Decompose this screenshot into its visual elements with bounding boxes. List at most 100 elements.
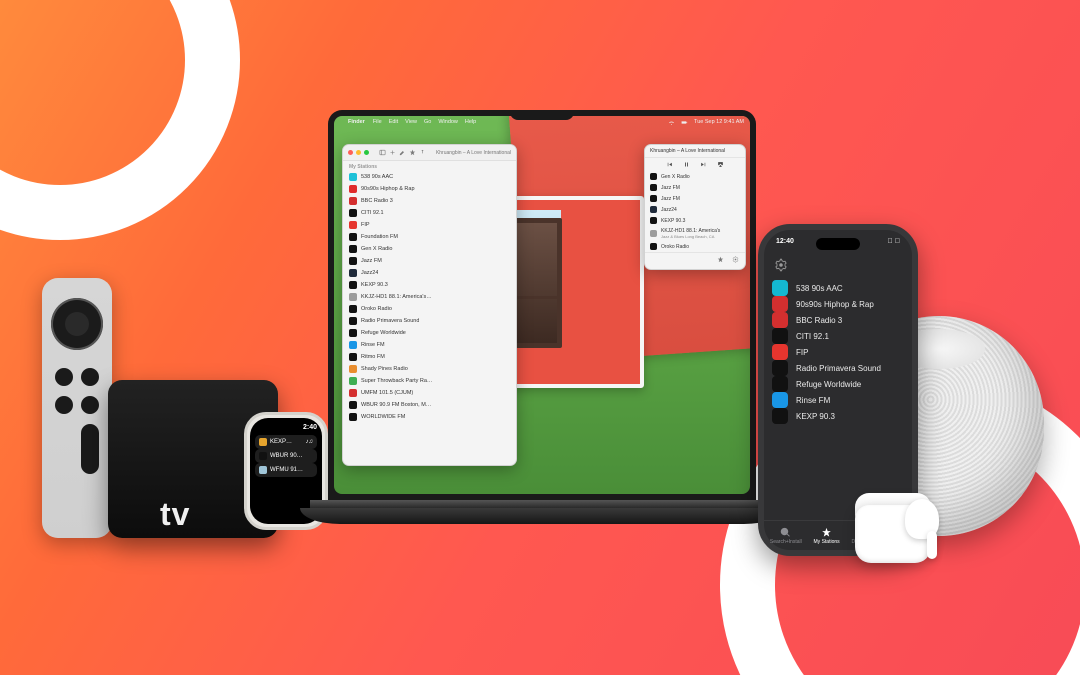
tab-label: Search+Install — [770, 539, 802, 545]
iphone-screen-content[interactable]: 538 90s AAC 90s90s Hiphop & Rap BBC Radio … — [772, 258, 904, 518]
menubar-item[interactable]: Help — [465, 119, 476, 125]
remote-volume-rocker[interactable] — [81, 424, 99, 474]
station-row[interactable]: UMFM 101.5 (CJUM) — [343, 387, 516, 399]
station-row[interactable]: KEXP 90.3 — [343, 279, 516, 291]
station-icon — [772, 328, 788, 344]
station-icon — [349, 293, 357, 301]
phone-station-row[interactable]: CITI 92.1 — [772, 328, 904, 344]
menubar-status-area[interactable]: Tue Sep 12 9:41 AM — [668, 119, 744, 126]
macbook-screen[interactable]: Finder File Edit View Go Window Help Tue Sep … — [334, 116, 750, 494]
watch-station-row[interactable]: WFMU 91… — [255, 463, 317, 477]
station-row[interactable]: Rinse FM — [343, 339, 516, 351]
station-row[interactable]: Oroko Radio — [343, 303, 516, 315]
station-row[interactable]: CITI 92.1 — [343, 207, 516, 219]
watch-station-label: WBUR 90… — [270, 453, 303, 459]
star-icon[interactable] — [409, 149, 416, 156]
station-icon — [650, 184, 657, 191]
station-icon — [349, 173, 357, 181]
station-icon — [349, 185, 357, 193]
queue-row[interactable]: Jazz24 — [645, 204, 745, 215]
settings-icon[interactable] — [732, 256, 739, 263]
queue-row[interactable]: Jazz FM — [645, 193, 745, 204]
menubar-app-name[interactable]: Finder — [348, 119, 365, 125]
watch-station-row[interactable]: WBUR 90… — [255, 449, 317, 463]
battery-icon[interactable] — [681, 119, 688, 126]
edit-icon[interactable] — [399, 149, 406, 156]
station-row[interactable]: BBC Radio 3 — [343, 195, 516, 207]
add-icon[interactable] — [389, 149, 396, 156]
watch-station-row[interactable]: KEXP…♪♫ — [255, 435, 317, 449]
station-row[interactable]: FIP — [343, 219, 516, 231]
stations-window[interactable]: Khruangbin – A Love International My Sta… — [342, 144, 517, 466]
queue-label: Jazz FM — [661, 185, 740, 191]
settings-icon[interactable] — [774, 258, 788, 272]
menubar-item[interactable]: Window — [438, 119, 458, 125]
phone-station-row[interactable]: BBC Radio 3 — [772, 312, 904, 328]
phone-station-row[interactable]: 90s90s Hiphop & Rap — [772, 296, 904, 312]
remote-mute-button[interactable] — [81, 396, 99, 414]
station-row[interactable]: Refuge Worldwide — [343, 327, 516, 339]
queue-row[interactable]: Oroko Radio — [645, 241, 745, 252]
prev-track-icon[interactable] — [666, 161, 673, 168]
menubar-item[interactable]: Go — [424, 119, 431, 125]
station-row[interactable]: WBUR 90.9 FM Boston, M… — [343, 399, 516, 411]
sidebar-icon[interactable] — [379, 149, 386, 156]
phone-station-row[interactable]: Radio Primavera Sound — [772, 360, 904, 376]
station-row[interactable]: WORLDWIDE FM — [343, 411, 516, 423]
phone-station-label: 90s90s Hiphop & Rap — [796, 300, 874, 309]
station-icon — [349, 317, 357, 325]
window-minimize-button[interactable] — [356, 150, 361, 155]
station-label: CITI 92.1 — [361, 210, 384, 216]
queue-row[interactable]: KEXP 90.3 — [645, 215, 745, 226]
station-row[interactable]: Jazz FM — [343, 255, 516, 267]
mac-menubar[interactable]: Finder File Edit View Go Window Help Tue Sep … — [334, 116, 750, 128]
wifi-icon[interactable] — [668, 119, 675, 126]
station-row[interactable]: Super Throwback Party Ra… — [343, 375, 516, 387]
remote-back-button[interactable] — [55, 368, 73, 386]
menubar-clock[interactable]: Tue Sep 12 9:41 AM — [694, 119, 744, 125]
station-label: Super Throwback Party Ra… — [361, 378, 432, 384]
window-zoom-button[interactable] — [364, 150, 369, 155]
phone-station-row[interactable]: KEXP 90.3 — [772, 408, 904, 424]
mini-player-queue[interactable]: Gen X RadioJazz FMJazz FMJazz24KEXP 90.3… — [645, 171, 745, 252]
station-row[interactable]: Jazz24 — [343, 267, 516, 279]
station-row[interactable]: Foundation FM — [343, 231, 516, 243]
queue-row[interactable]: Jazz FM — [645, 182, 745, 193]
menubar-item[interactable]: Edit — [389, 119, 398, 125]
queue-sublabel: Jazz & Blues Long Beach, CA — [661, 234, 740, 239]
station-row[interactable]: Radio Primavera Sound — [343, 315, 516, 327]
phone-station-row[interactable]: Refuge Worldwide — [772, 376, 904, 392]
now-playing-title: Khruangbin – A Love International — [436, 150, 511, 156]
station-icon — [650, 206, 657, 213]
tab-my-stations[interactable]: My Stations — [814, 527, 840, 545]
station-row[interactable]: KKJZ-HD1 88.1: America's… — [343, 291, 516, 303]
mini-player-controls[interactable] — [645, 158, 745, 171]
remote-play-button[interactable] — [55, 396, 73, 414]
favorite-icon[interactable] — [717, 256, 724, 263]
tab-search-install[interactable]: Search+Install — [770, 527, 802, 545]
station-row[interactable]: Gen X Radio — [343, 243, 516, 255]
window-close-button[interactable] — [348, 150, 353, 155]
phone-station-row[interactable]: FIP — [772, 344, 904, 360]
window-toolbar[interactable]: Khruangbin – A Love International — [343, 145, 516, 161]
airplay-icon[interactable] — [717, 161, 724, 168]
remote-clickpad[interactable] — [51, 298, 103, 350]
menubar-item[interactable]: File — [373, 119, 382, 125]
share-icon[interactable] — [419, 149, 426, 156]
menubar-item[interactable]: View — [405, 119, 417, 125]
queue-row[interactable]: KKJZ-HD1 88.1: America'sJazz & Blues Lon… — [645, 226, 745, 241]
phone-station-row[interactable]: Rinse FM — [772, 392, 904, 408]
watch-station-label: KEXP… — [270, 439, 292, 445]
station-row[interactable]: Shady Pines Radio — [343, 363, 516, 375]
station-row[interactable]: 538 90s AAC — [343, 171, 516, 183]
station-row[interactable]: 90s90s Hiphop & Rap — [343, 183, 516, 195]
phone-station-row[interactable]: 538 90s AAC — [772, 280, 904, 296]
iphone-status-icons: 􀙇 􀛨 — [888, 238, 900, 245]
play-pause-icon[interactable] — [683, 161, 690, 168]
queue-row[interactable]: Gen X Radio — [645, 171, 745, 182]
station-row[interactable]: Ritmo FM — [343, 351, 516, 363]
next-track-icon[interactable] — [700, 161, 707, 168]
mini-player-popover[interactable]: Khruangbin – A Love International Gen X … — [644, 144, 746, 270]
remote-tv-button[interactable] — [81, 368, 99, 386]
stations-list[interactable]: 538 90s AAC90s90s Hiphop & RapBBC Radio … — [343, 171, 516, 423]
